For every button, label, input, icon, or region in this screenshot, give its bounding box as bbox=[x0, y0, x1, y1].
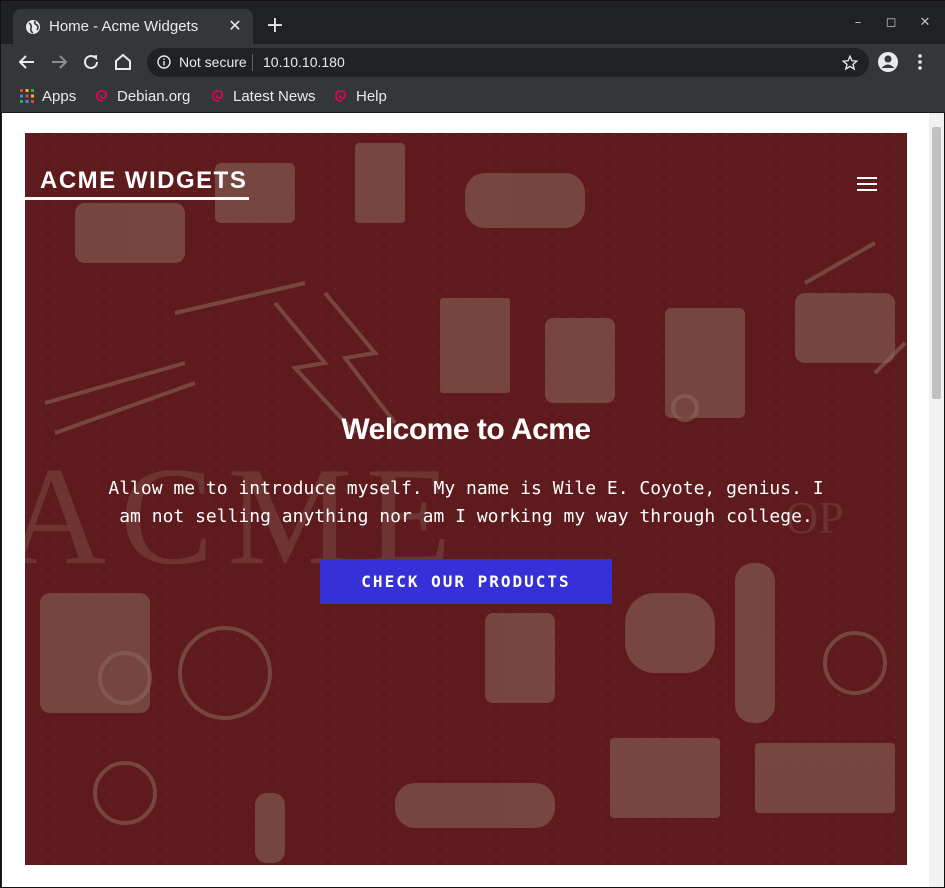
minimize-button[interactable]: – bbox=[846, 13, 870, 33]
bookmark-label: Apps bbox=[42, 87, 77, 105]
forward-arrow-icon[interactable] bbox=[47, 50, 71, 74]
close-window-button[interactable]: ✕ bbox=[913, 13, 937, 33]
scrollbar-thumb[interactable] bbox=[932, 127, 941, 399]
tab-close-icon[interactable]: ✕ bbox=[225, 16, 245, 36]
profile-avatar-icon[interactable] bbox=[876, 50, 900, 74]
debian-swirl-icon bbox=[96, 90, 108, 102]
bookmark-help[interactable]: Help bbox=[333, 85, 387, 107]
bookmark-label: Latest News bbox=[233, 87, 316, 105]
omnibox-divider bbox=[252, 54, 253, 71]
address-bar[interactable]: Not secure 10.10.10.180 bbox=[147, 48, 869, 77]
hamburger-menu-icon[interactable] bbox=[857, 177, 877, 191]
bookmark-latest-news[interactable]: Latest News bbox=[210, 85, 316, 107]
brand-underline bbox=[25, 197, 249, 200]
debian-swirl-icon bbox=[335, 90, 347, 102]
tab-title: Home - Acme Widgets bbox=[49, 18, 199, 35]
info-icon[interactable] bbox=[157, 55, 171, 69]
back-arrow-icon[interactable] bbox=[15, 50, 39, 74]
security-label: Not secure bbox=[179, 54, 247, 70]
toolbar: Not secure 10.10.10.180 bbox=[1, 44, 945, 80]
menu-kebab-icon[interactable] bbox=[908, 50, 932, 74]
debian-swirl-icon bbox=[212, 90, 224, 102]
bookmark-label: Debian.org bbox=[117, 87, 191, 105]
brand-logo[interactable]: ACME WIDGETS bbox=[40, 167, 247, 195]
tab-home[interactable]: Home - Acme Widgets ✕ bbox=[13, 9, 253, 44]
bookmark-star-icon[interactable] bbox=[841, 54, 859, 72]
bookmarks-bar: Apps Debian.org Latest News Help bbox=[1, 80, 945, 113]
hero-section: ACME OP ACME WIDGETS Welcome to Acme All… bbox=[25, 133, 907, 865]
url-text[interactable]: 10.10.10.180 bbox=[263, 54, 345, 70]
hero-title: Welcome to Acme bbox=[341, 413, 591, 446]
apps-grid-icon bbox=[20, 89, 34, 103]
tab-strip: Home - Acme Widgets ✕ + – ◻ ✕ bbox=[1, 1, 945, 44]
reload-icon[interactable] bbox=[79, 50, 103, 74]
new-tab-button[interactable]: + bbox=[263, 14, 287, 38]
hero-description: Allow me to introduce myself. My name is… bbox=[108, 478, 824, 527]
home-icon[interactable] bbox=[111, 50, 135, 74]
maximize-button[interactable]: ◻ bbox=[879, 13, 903, 33]
page-scrollbar[interactable] bbox=[929, 113, 944, 887]
page-viewport: ACME OP ACME WIDGETS Welcome to Acme All… bbox=[2, 113, 944, 887]
browser-window: Home - Acme Widgets ✕ + – ◻ ✕ Not secure… bbox=[0, 0, 945, 888]
bookmark-apps[interactable]: Apps bbox=[19, 85, 76, 107]
check-products-button[interactable]: CHECK OUR PRODUCTS bbox=[320, 559, 612, 604]
bookmark-label: Help bbox=[356, 87, 387, 105]
globe-icon bbox=[26, 20, 40, 34]
bookmark-debian[interactable]: Debian.org bbox=[94, 85, 190, 107]
